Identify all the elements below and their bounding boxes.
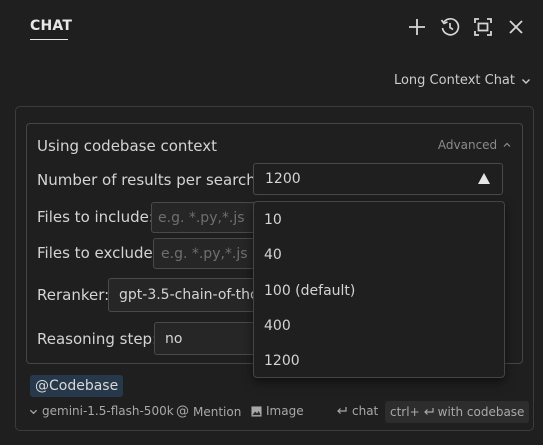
files-include-label: Files to include: <box>37 208 154 226</box>
reranker-label: Reranker: <box>37 286 110 304</box>
dropdown-option[interactable]: 100 (default) <box>264 283 355 299</box>
dropdown-option[interactable]: 1200 <box>264 353 300 369</box>
chat-label: chat <box>352 404 379 418</box>
files-exclude-input[interactable]: e.g. *.py,*.js <box>153 238 261 269</box>
chevron-down-icon <box>522 78 530 84</box>
files-exclude-label: Files to exclude: <box>37 244 158 262</box>
model-select[interactable]: gemini-1.5-flash-500k <box>29 404 174 418</box>
ctrl-shortcut: ctrl+ <box>390 405 420 419</box>
enter-icon <box>337 407 347 414</box>
context-title: Using codebase context <box>37 137 217 155</box>
image-icon <box>251 405 262 417</box>
reasoning-step-label: Reasoning step: <box>37 330 158 348</box>
dropdown-option[interactable]: 40 <box>264 247 282 263</box>
active-tab-indicator <box>30 39 68 40</box>
composer-toolbar: gemini-1.5-flash-500k @ Mention Image ch… <box>0 400 543 424</box>
submit-chat-button[interactable]: chat <box>336 404 378 418</box>
image-label: Image <box>266 404 304 418</box>
model-label: gemini-1.5-flash-500k <box>42 404 174 418</box>
reasoning-step-value: no <box>165 330 183 347</box>
at-icon: @ <box>176 404 189 419</box>
image-button[interactable]: Image <box>251 404 304 418</box>
close-icon[interactable] <box>504 15 528 39</box>
chat-panel: CHAT Long Context Chat Using codebase co… <box>0 0 543 445</box>
codebase-mention-chip[interactable]: @Codebase <box>30 375 124 397</box>
results-per-search-label: Number of results per search: <box>37 171 261 189</box>
files-include-placeholder: e.g. *.py,*.js <box>158 209 245 226</box>
enter-icon <box>423 408 434 415</box>
caret-up-icon <box>478 173 490 184</box>
dropdown-option[interactable]: 10 <box>264 212 282 228</box>
reasoning-step-select[interactable]: no <box>154 322 261 355</box>
advanced-label: Advanced <box>437 138 498 152</box>
chat-mode-dropdown[interactable]: Long Context Chat <box>394 73 531 88</box>
reranker-value: gpt-3.5-chain-of-thou <box>119 287 261 303</box>
reranker-select[interactable]: gpt-3.5-chain-of-thou <box>108 278 261 312</box>
results-per-search-dropdown: 10 40 100 (default) 400 1200 <box>253 201 505 378</box>
files-exclude-placeholder: e.g. *.py,*.js <box>161 245 248 262</box>
maximize-icon[interactable] <box>471 15 495 39</box>
advanced-toggle[interactable]: Advanced <box>438 138 511 152</box>
results-per-search-value: 1200 <box>265 171 301 187</box>
chevron-down-icon <box>29 409 38 414</box>
mention-label: Mention <box>193 404 242 419</box>
submit-with-codebase-button[interactable]: ctrl+ with codebase <box>385 401 530 423</box>
files-include-input[interactable]: e.g. *.py,*.js <box>151 202 261 233</box>
chevron-up-icon <box>503 142 511 147</box>
with-codebase-label: with codebase <box>437 405 525 419</box>
mention-button[interactable]: @ Mention <box>176 404 241 419</box>
chat-mode-label: Long Context Chat <box>393 73 515 88</box>
chat-header: CHAT <box>0 0 543 56</box>
history-icon[interactable] <box>438 15 462 39</box>
dropdown-option[interactable]: 400 <box>264 318 291 334</box>
results-per-search-select[interactable]: 1200 <box>253 163 503 195</box>
tab-chat[interactable]: CHAT <box>30 18 72 34</box>
plus-icon[interactable] <box>405 15 429 39</box>
